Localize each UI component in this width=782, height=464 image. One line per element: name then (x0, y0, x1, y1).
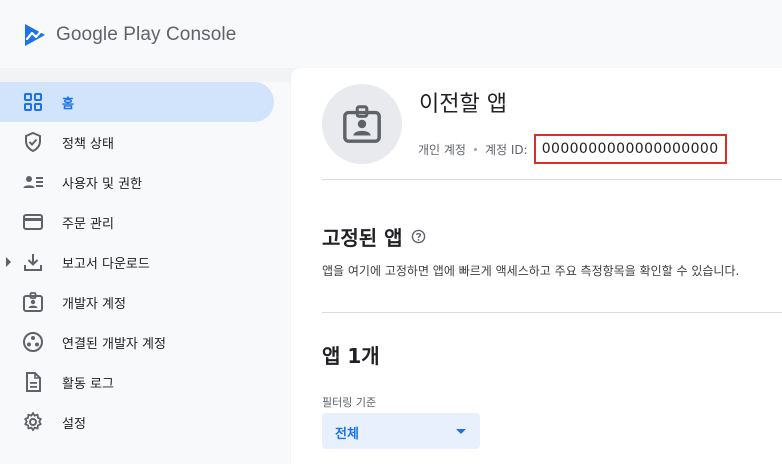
sidebar-item-settings[interactable]: 설정 (0, 402, 274, 442)
filter-label: 필터링 기준 (322, 396, 377, 409)
linked-accounts-icon (22, 331, 44, 353)
expand-caret-icon[interactable] (6, 257, 11, 267)
sidebar-item-label: 정책 상태 (62, 136, 114, 152)
developer-name: 이전할 앱 (419, 92, 507, 117)
sidebar-item-label: 사용자 및 권한 (62, 176, 143, 192)
sidebar-item-policy-status[interactable]: 정책 상태 (0, 122, 274, 162)
main-content: 이전할 앱 개인 계정 계정 ID: 0000000000000000000 고… (291, 68, 782, 464)
pinned-apps-heading: 고정된 앱 (322, 222, 426, 251)
sidebar-item-users-permissions[interactable]: 사용자 및 권한 (0, 162, 274, 202)
sidebar: 홈 정책 상태 사용자 및 권한 주문 관리 보고서 다운로드 개발자 계정 연… (0, 82, 290, 464)
account-type: 개인 계정 (418, 142, 466, 157)
sidebar-item-label: 활동 로그 (62, 376, 114, 392)
sidebar-item-label: 설정 (62, 416, 86, 432)
shield-check-icon (22, 131, 44, 153)
sidebar-item-linked-developer-accounts[interactable]: 연결된 개발자 계정 (0, 322, 274, 362)
sidebar-item-label: 연결된 개발자 계정 (62, 336, 166, 352)
pinned-apps-description: 앱을 여기에 고정하면 앱에 빠르게 액세스하고 주요 측정항목을 확인할 수 … (322, 264, 740, 278)
top-bar: Google Play Console (0, 0, 782, 68)
sidebar-item-label: 개발자 계정 (62, 296, 126, 312)
help-icon[interactable] (411, 229, 426, 244)
account-meta: 개인 계정 계정 ID: 0000000000000000000 (418, 134, 727, 164)
apps-count-title: 앱 1개 (322, 344, 380, 368)
play-console-logo-icon (25, 24, 45, 46)
play-console-logo[interactable]: Google Play Console (22, 22, 236, 48)
sidebar-item-label: 홈 (62, 96, 74, 112)
account-id-value: 0000000000000000000 (533, 134, 727, 164)
sidebar-item-download-reports[interactable]: 보고서 다운로드 (0, 242, 274, 282)
pinned-apps-title: 고정된 앱 (322, 226, 403, 250)
filter-dropdown[interactable]: 전체 (322, 413, 480, 449)
badge-icon (22, 291, 44, 313)
sidebar-item-label: 주문 관리 (62, 216, 114, 232)
dropdown-arrow-icon (456, 429, 466, 434)
apps-heading: 앱 1개 (322, 340, 380, 369)
dashboard-grid-icon (22, 91, 44, 113)
sidebar-item-activity-log[interactable]: 활동 로그 (0, 362, 274, 402)
filter-selected-value: 전체 (335, 427, 359, 442)
brand-name: Google Play Console (56, 24, 237, 45)
developer-avatar (322, 84, 402, 164)
separator-dot (473, 147, 477, 151)
sidebar-item-home[interactable]: 홈 (0, 82, 274, 122)
sidebar-item-order-management[interactable]: 주문 관리 (0, 202, 274, 242)
gear-icon (22, 411, 44, 433)
account-id-label: 계정 ID: (484, 142, 528, 157)
credit-card-icon (22, 211, 44, 233)
divider (322, 312, 782, 313)
sidebar-item-label: 보고서 다운로드 (62, 256, 150, 272)
divider (322, 179, 782, 180)
badge-icon (343, 105, 381, 143)
document-icon (22, 371, 44, 393)
users-list-icon (22, 171, 44, 193)
sidebar-item-developer-account[interactable]: 개발자 계정 (0, 282, 274, 322)
download-icon (22, 251, 44, 273)
